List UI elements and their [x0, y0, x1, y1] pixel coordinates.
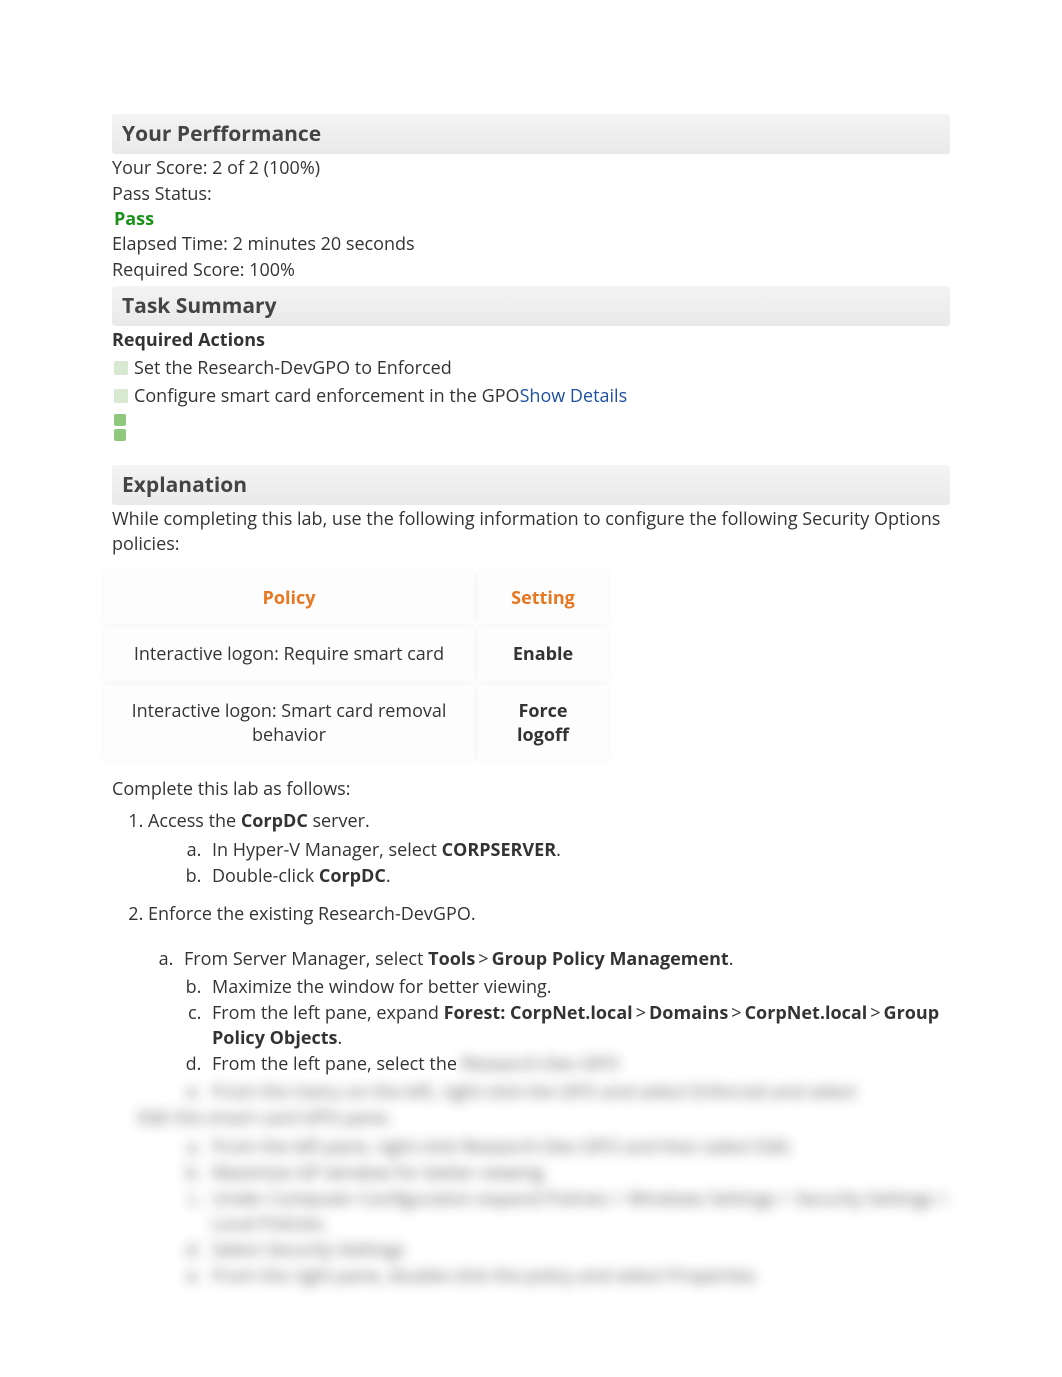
complete-line: Complete this lab as follows: [112, 777, 950, 801]
action-text: Set the Research-DevGPO to Enforced [134, 356, 452, 380]
elapsed-time: Elapsed Time: 2 minutes 20 seconds [112, 232, 950, 256]
pass-status-label: Pass Status: [112, 182, 950, 206]
table-row: Interactive logon: Require smart card En… [104, 628, 608, 680]
show-details-link[interactable]: Show Details [520, 384, 628, 408]
explanation-intro: While completing this lab, use the follo… [112, 507, 950, 556]
steps-list: Access the CorpDC server. In Hyper-V Man… [148, 809, 950, 1288]
performance-header: Your Perfformance [112, 114, 950, 154]
step-1: Access the CorpDC server. In Hyper-V Man… [148, 809, 950, 888]
required-score: Required Score: 100% [112, 258, 950, 282]
check-icon [114, 361, 128, 375]
your-score: Your Score: 2 of 2 (100%) [112, 156, 950, 180]
explanation-header: Explanation [112, 465, 950, 505]
setting-cell: Force logoff [478, 685, 608, 762]
step-1a: In Hyper-V Manager, select CORPSERVER. [206, 838, 950, 862]
task-summary-header: Task Summary [112, 286, 950, 326]
action-row-1: Set the Research-DevGPO to Enforced [112, 356, 950, 380]
step-2d: From the left pane, select the Research-… [206, 1052, 950, 1076]
sub-checks [114, 414, 950, 441]
check-icon [114, 414, 126, 426]
action-row-2: Configure smart card enforcement in the … [112, 384, 950, 408]
policy-cell: Interactive logon: Require smart card [104, 628, 474, 680]
check-icon [114, 389, 128, 403]
step-2b: Maximize the window for better viewing. [206, 975, 950, 999]
step-2a: From Server Manager, select Tools>Group … [178, 947, 950, 971]
step-2c: From the left pane, expand Forest: CorpN… [206, 1001, 950, 1050]
pass-status-value: Pass [112, 207, 950, 231]
blurred-content: From the menu on the left, right-click t… [206, 1080, 950, 1288]
required-actions-label: Required Actions [112, 328, 950, 352]
step-2: Enforce the existing Research-DevGPO. Fr… [148, 902, 950, 1288]
action-text: Configure smart card enforcement in the … [134, 384, 520, 408]
setting-cell: Enable [478, 628, 608, 680]
step-1b: Double-click CorpDC. [206, 864, 950, 888]
setting-col-header: Setting [478, 572, 608, 624]
policy-col-header: Policy [104, 572, 474, 624]
check-icon [114, 429, 126, 441]
policy-cell: Interactive logon: Smart card removal be… [104, 685, 474, 762]
performance-block: Your Score: 2 of 2 (100%) Pass Status: P… [112, 156, 950, 281]
table-row: Interactive logon: Smart card removal be… [104, 685, 608, 762]
policy-table: Policy Setting Interactive logon: Requir… [100, 568, 612, 765]
